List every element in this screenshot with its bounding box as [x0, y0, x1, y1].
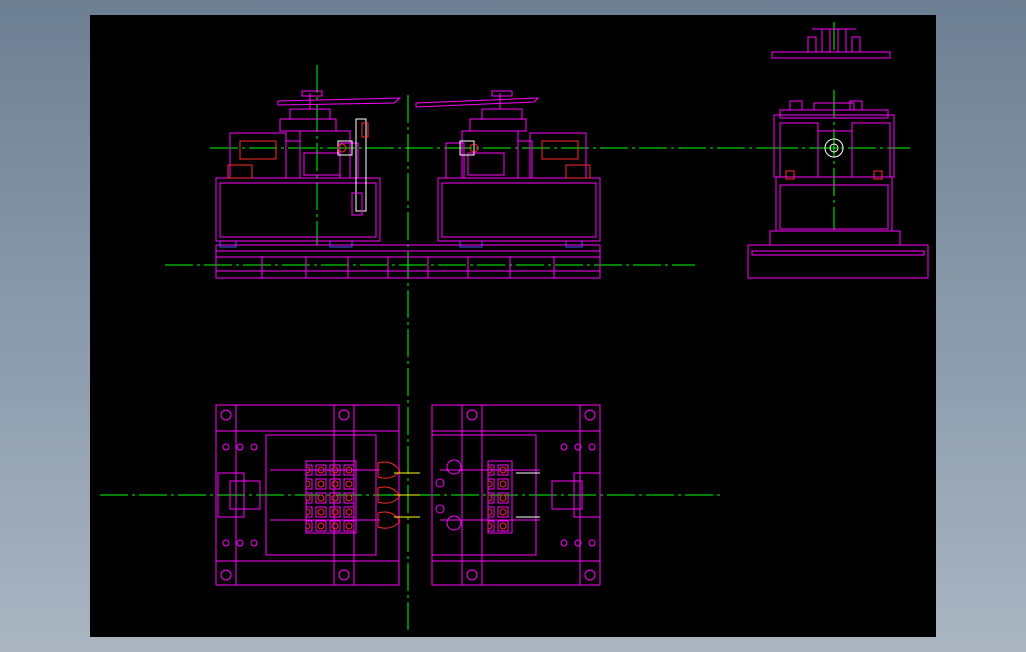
detail-view — [771, 28, 891, 59]
cad-drawing — [100, 22, 929, 630]
center-lines — [100, 22, 910, 630]
side-view — [747, 100, 929, 279]
drawing-canvas[interactable] — [90, 15, 936, 637]
